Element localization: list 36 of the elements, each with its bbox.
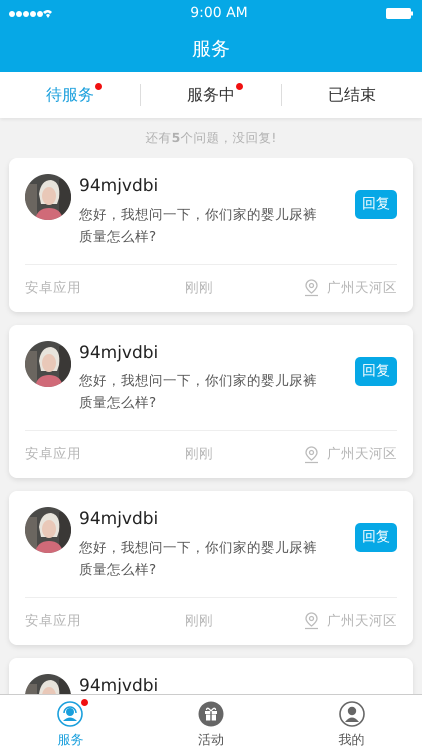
status-time: 9:00 AM bbox=[190, 4, 248, 23]
time-text: 刚刚 bbox=[185, 612, 214, 631]
reply-button[interactable]: 回复 bbox=[355, 190, 397, 219]
person-icon bbox=[338, 701, 365, 727]
nav-tab[interactable]: 活动 bbox=[140, 695, 282, 750]
nav-tab[interactable]: 服务 bbox=[0, 695, 141, 750]
source-text: 安卓应用 bbox=[25, 612, 82, 631]
location-pin-icon bbox=[304, 446, 319, 464]
user-name: 94mjvdbi bbox=[79, 342, 160, 364]
reply-button[interactable]: 回复 bbox=[355, 356, 397, 386]
location-text: 广州天河区 bbox=[327, 612, 397, 631]
gift-icon bbox=[198, 701, 224, 727]
question-text: 您好，我想问一下，你们家的婴儿尿裤质量怎么样? bbox=[79, 372, 318, 413]
location-text: 广州天河区 bbox=[327, 278, 397, 298]
reply-button[interactable]: 回复 bbox=[355, 523, 397, 552]
question-text: 您好，我想问一下，你们家的婴儿尿裤质量怎么样? bbox=[79, 538, 318, 580]
user-name: 94mjvdbi bbox=[79, 508, 160, 531]
notice-text: 还有5个问题，没回复! bbox=[146, 128, 276, 147]
source-text: 安卓应用 bbox=[25, 278, 82, 298]
time-text: 刚刚 bbox=[185, 278, 214, 298]
user-name: 94mjvdbi bbox=[79, 674, 160, 698]
tab[interactable]: 已结束 bbox=[282, 83, 422, 107]
page-title: 服务 bbox=[192, 37, 230, 62]
battery-icon bbox=[386, 8, 414, 19]
headset-person-icon bbox=[57, 701, 84, 727]
user-name: 94mjvdbi bbox=[79, 175, 160, 198]
location-pin-icon bbox=[304, 612, 319, 630]
nav-tab[interactable]: 我的 bbox=[281, 695, 422, 750]
signal-icon bbox=[8, 8, 52, 18]
location-pin-icon bbox=[304, 279, 319, 297]
time-text: 刚刚 bbox=[185, 445, 214, 464]
location-text: 广州天河区 bbox=[327, 445, 397, 464]
tab[interactable]: 服务中 bbox=[141, 83, 281, 107]
tab[interactable]: 待服务 bbox=[0, 83, 140, 107]
question-text: 您好，我想问一下，你们家的婴儿尿裤质量怎么样? bbox=[79, 206, 318, 246]
source-text: 安卓应用 bbox=[25, 445, 82, 464]
